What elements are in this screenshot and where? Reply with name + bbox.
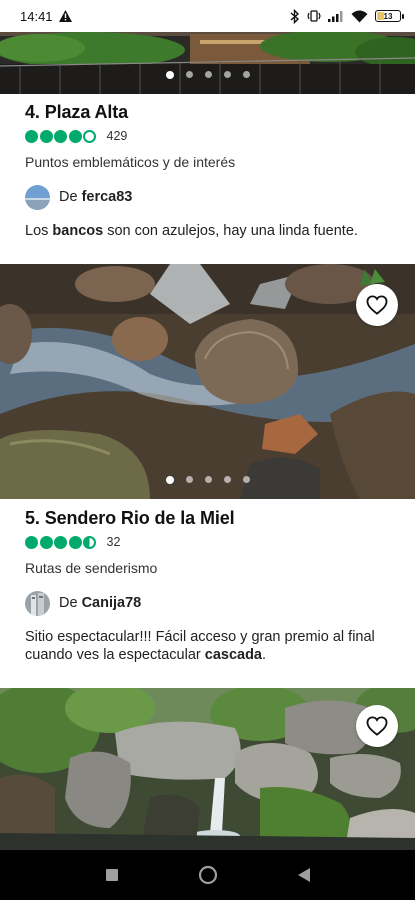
carousel-dot[interactable] — [185, 71, 193, 78]
listing-category: Puntos emblemáticos y de interés — [25, 154, 236, 170]
heart-outline-icon[interactable] — [356, 284, 398, 326]
listing-photo-plaza-alta[interactable] — [0, 28, 415, 94]
review-text: Los — [25, 223, 53, 239]
carousel-dot[interactable] — [204, 71, 212, 78]
listing-category: Rutas de senderismo — [25, 560, 158, 576]
bluetooth-icon — [290, 8, 300, 24]
carousel-dot[interactable] — [223, 71, 231, 78]
review-text: Sitio espectacular!!! Fácil acceso y gra… — [25, 629, 375, 663]
review-snippet: Los bancos son con azulejos, hay una lin… — [25, 222, 395, 240]
status-bar: 14:41 13 — [0, 0, 415, 32]
author-name[interactable]: Canija78 — [82, 595, 142, 611]
rating-bubbles: 32 — [25, 535, 395, 549]
listing-photo-sendero[interactable] — [0, 264, 415, 499]
listing-card[interactable]: 4. Plaza Alta 429 Puntos emblemáticos y … — [25, 102, 395, 240]
square-icon[interactable] — [100, 863, 124, 887]
system-nav-bar — [0, 850, 415, 900]
rating-bubble — [39, 129, 53, 143]
author-name[interactable]: ferca83 — [82, 189, 133, 205]
rating-bubble — [54, 129, 67, 143]
status-time: 14:41 — [20, 8, 53, 24]
rating-bubble — [68, 129, 82, 143]
author-line: De Canija78 — [59, 595, 141, 611]
review-snippet: Sitio espectacular!!! Fácil acceso y gra… — [25, 628, 395, 664]
review-keyword: cascada — [204, 647, 262, 663]
review-keyword: bancos — [52, 223, 104, 239]
carousel-dot[interactable] — [242, 71, 250, 78]
author-prefix: De — [59, 595, 78, 611]
carousel-dot[interactable] — [185, 476, 193, 483]
listing-title[interactable]: 4. Plaza Alta — [25, 102, 395, 123]
rating-bubble — [54, 535, 67, 549]
review-text: son con azulejos, hay una linda fuente. — [103, 223, 358, 239]
warning-icon — [58, 10, 72, 22]
circle-icon[interactable] — [196, 863, 220, 887]
rating-bubble — [68, 535, 82, 549]
signal-icon — [328, 11, 343, 22]
avatar — [25, 184, 50, 210]
review-author[interactable]: De ferca83 — [25, 184, 395, 210]
carousel-dot[interactable] — [165, 70, 174, 79]
battery-icon: 13 — [375, 10, 404, 22]
rating-bubble — [39, 535, 53, 549]
wifi-icon — [351, 10, 368, 22]
battery-level: 13 — [383, 11, 393, 21]
review-author[interactable]: De Canija78 — [25, 590, 395, 616]
carousel-dot[interactable] — [223, 476, 231, 483]
rating-bubbles: 429 — [25, 129, 395, 143]
carousel-dots — [0, 70, 415, 79]
listing-title[interactable]: 5. Sendero Rio de la Miel — [25, 508, 395, 529]
carousel-dot[interactable] — [204, 476, 212, 483]
review-text: . — [262, 647, 267, 663]
rating-bubble — [25, 535, 38, 549]
listing-photo-next[interactable] — [0, 688, 415, 850]
rating-bubble — [25, 129, 38, 143]
avatar — [25, 590, 50, 616]
author-line: De ferca83 — [59, 189, 132, 205]
carousel-dots — [0, 475, 415, 484]
vibrate-icon — [307, 10, 321, 22]
rating-bubble — [83, 535, 96, 549]
carousel-dot[interactable] — [165, 475, 174, 484]
listing-card[interactable]: 5. Sendero Rio de la Miel 32 Rutas de se… — [25, 508, 395, 664]
review-count[interactable]: 32 — [107, 535, 121, 549]
review-count[interactable]: 429 — [107, 129, 128, 143]
triangle-back-icon[interactable] — [292, 863, 316, 887]
heart-outline-icon[interactable] — [356, 705, 398, 747]
carousel-dot[interactable] — [242, 476, 250, 483]
rating-bubble — [83, 129, 96, 143]
author-prefix: De — [59, 189, 78, 205]
